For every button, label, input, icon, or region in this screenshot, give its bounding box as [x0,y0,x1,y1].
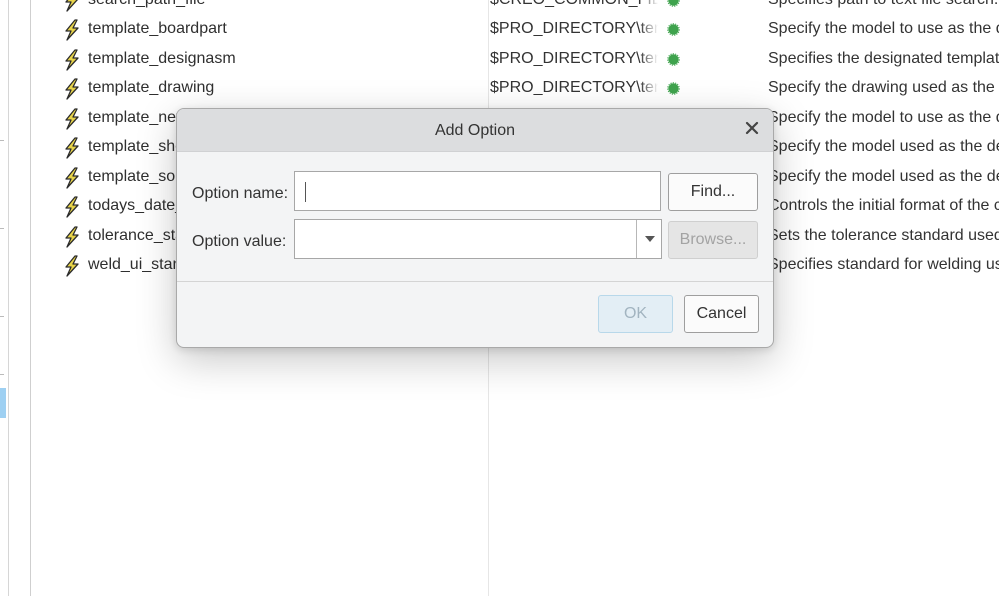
left-panel-selection[interactable] [0,388,6,418]
chevron-down-icon[interactable] [645,236,655,242]
option-name-input[interactable] [294,171,661,211]
lightning-bolt-icon [65,225,79,248]
cancel-button[interactable]: Cancel [684,295,759,333]
ok-button[interactable]: OK [598,295,673,333]
option-description: Specify the model to use as the d [768,20,999,37]
text-caret [305,182,306,202]
option-name: template_boardpart [88,20,227,37]
option-row[interactable]: template_boardpart $PRO_DIRECTORY\templ Sp… [0,15,999,45]
option-row[interactable]: search_path_file $CREO_COMMON_FILES Specif… [0,0,999,15]
dialog-title-bar: Add Option [177,109,773,152]
option-name: template_soli [88,167,183,185]
left-panel-tick [0,374,4,375]
option-value: $PRO_DIRECTORY\templ [490,20,660,37]
lightning-bolt-icon [65,107,79,130]
option-description: Controls the initial format of the c [768,197,999,214]
option-name: tolerance_sta [88,226,185,244]
option-name: template_new [88,108,188,126]
dialog-title: Add Option [434,122,516,139]
combobox-separator [636,220,637,258]
option-value-label: Option value: [192,233,287,250]
option-value: $PRO_DIRECTORY\templ [490,79,660,96]
option-name: todays_date_ [88,197,185,214]
left-panel-tick [0,316,4,317]
status-icon [667,0,680,7]
option-description: Specifies standard for welding use [768,256,999,273]
add-option-dialog: Add Option Option name: Find... Option v… [176,108,774,348]
option-description: Specify the model used as the def [768,138,999,155]
option-name: search_path_file [88,0,205,9]
status-icon [667,23,680,36]
status-icon [667,82,680,95]
option-row[interactable]: template_drawing $PRO_DIRECTORY\templ Spec… [0,74,999,104]
option-name: template_drawing [88,79,215,96]
option-value: $CREO_COMMON_FILES [490,0,660,9]
lightning-bolt-icon [65,48,79,71]
lightning-bolt-icon [65,19,79,41]
option-name: weld_ui_stanc [88,256,190,273]
close-icon[interactable] [745,121,759,135]
option-name-label: Option name: [192,185,289,202]
option-description: Specify the model to use as the d [768,108,999,126]
option-name: template_designasm [88,49,236,67]
browse-button[interactable]: Browse... [668,221,758,259]
lightning-bolt-icon [65,78,79,100]
option-description: Specify the model used as the def [768,167,999,185]
option-value-combobox[interactable] [294,219,662,259]
option-description: Sets the tolerance standard used v [768,226,999,244]
lightning-bolt-icon [65,166,79,189]
option-row[interactable]: template_designasm $PRO_DIRECTORY\templ Sp… [0,45,999,75]
find-button[interactable]: Find... [668,173,758,211]
option-description: Specifies path to text file search.p [768,0,999,9]
option-name: template_she [88,138,185,155]
lightning-bolt-icon [65,0,78,12]
option-description: Specify the drawing used as the d [768,79,999,96]
status-icon [667,52,680,66]
dialog-footer-divider [177,281,773,282]
option-description: Specifies the designated template [768,49,999,67]
lightning-bolt-icon [65,137,79,159]
lightning-bolt-icon [65,255,79,277]
option-value: $PRO_DIRECTORY\templ [490,49,660,67]
lightning-bolt-icon [65,196,79,218]
